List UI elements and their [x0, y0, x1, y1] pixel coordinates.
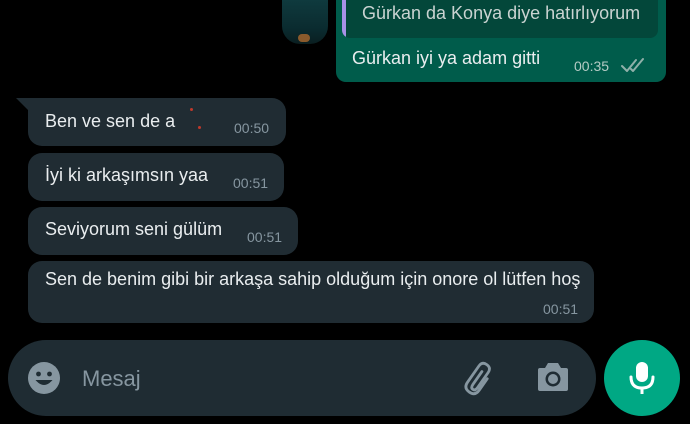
voice-record-button[interactable]	[604, 340, 680, 416]
emoji-fragment	[190, 108, 193, 111]
message-input[interactable]	[80, 358, 444, 400]
emoji-fragment	[198, 126, 201, 129]
message-time: 00:51	[233, 175, 269, 191]
bubble-tail	[16, 98, 30, 112]
outgoing-message[interactable]: Gürkan da Konya diye hatırlıyorum Gürkan…	[336, 0, 666, 82]
message-composer	[8, 340, 596, 416]
quote-accent-bar	[342, 0, 346, 38]
quoted-text: Gürkan da Konya diye hatırlıyorum	[362, 3, 641, 23]
incoming-message[interactable]: İyi ki arkaşımsın yaa 00:51	[28, 153, 284, 201]
message-text: İyi ki arkaşımsın yaa	[45, 165, 209, 185]
emoji-icon[interactable]	[26, 360, 62, 396]
message-text: Gürkan iyi ya adam gitti	[352, 48, 541, 68]
quoted-reply[interactable]: Gürkan da Konya diye hatırlıyorum	[342, 0, 658, 38]
microphone-icon	[629, 362, 655, 394]
incoming-message[interactable]: Sen de benim gibi bir arkaşa sahip olduğ…	[28, 261, 594, 323]
message-text: Seviyorum seni gülüm	[45, 219, 223, 239]
camera-icon[interactable]	[534, 360, 572, 396]
wallpaper-detail	[298, 34, 310, 42]
message-time: 00:51	[247, 229, 283, 245]
incoming-message[interactable]: Ben ve sen de a 00:50	[16, 98, 286, 146]
message-text: Sen de benim gibi bir arkaşa sahip olduğ…	[45, 269, 581, 289]
chat-screen: Gürkan da Konya diye hatırlıyorum Gürkan…	[0, 0, 690, 424]
message-time: 00:51	[543, 301, 579, 317]
message-time: 00:50	[234, 120, 270, 136]
message-text: Ben ve sen de a	[45, 111, 176, 131]
incoming-message[interactable]: Seviyorum seni gülüm 00:51	[28, 207, 298, 255]
paperclip-icon[interactable]	[460, 358, 500, 398]
message-time: 00:35	[574, 58, 610, 74]
double-check-icon	[621, 58, 644, 72]
